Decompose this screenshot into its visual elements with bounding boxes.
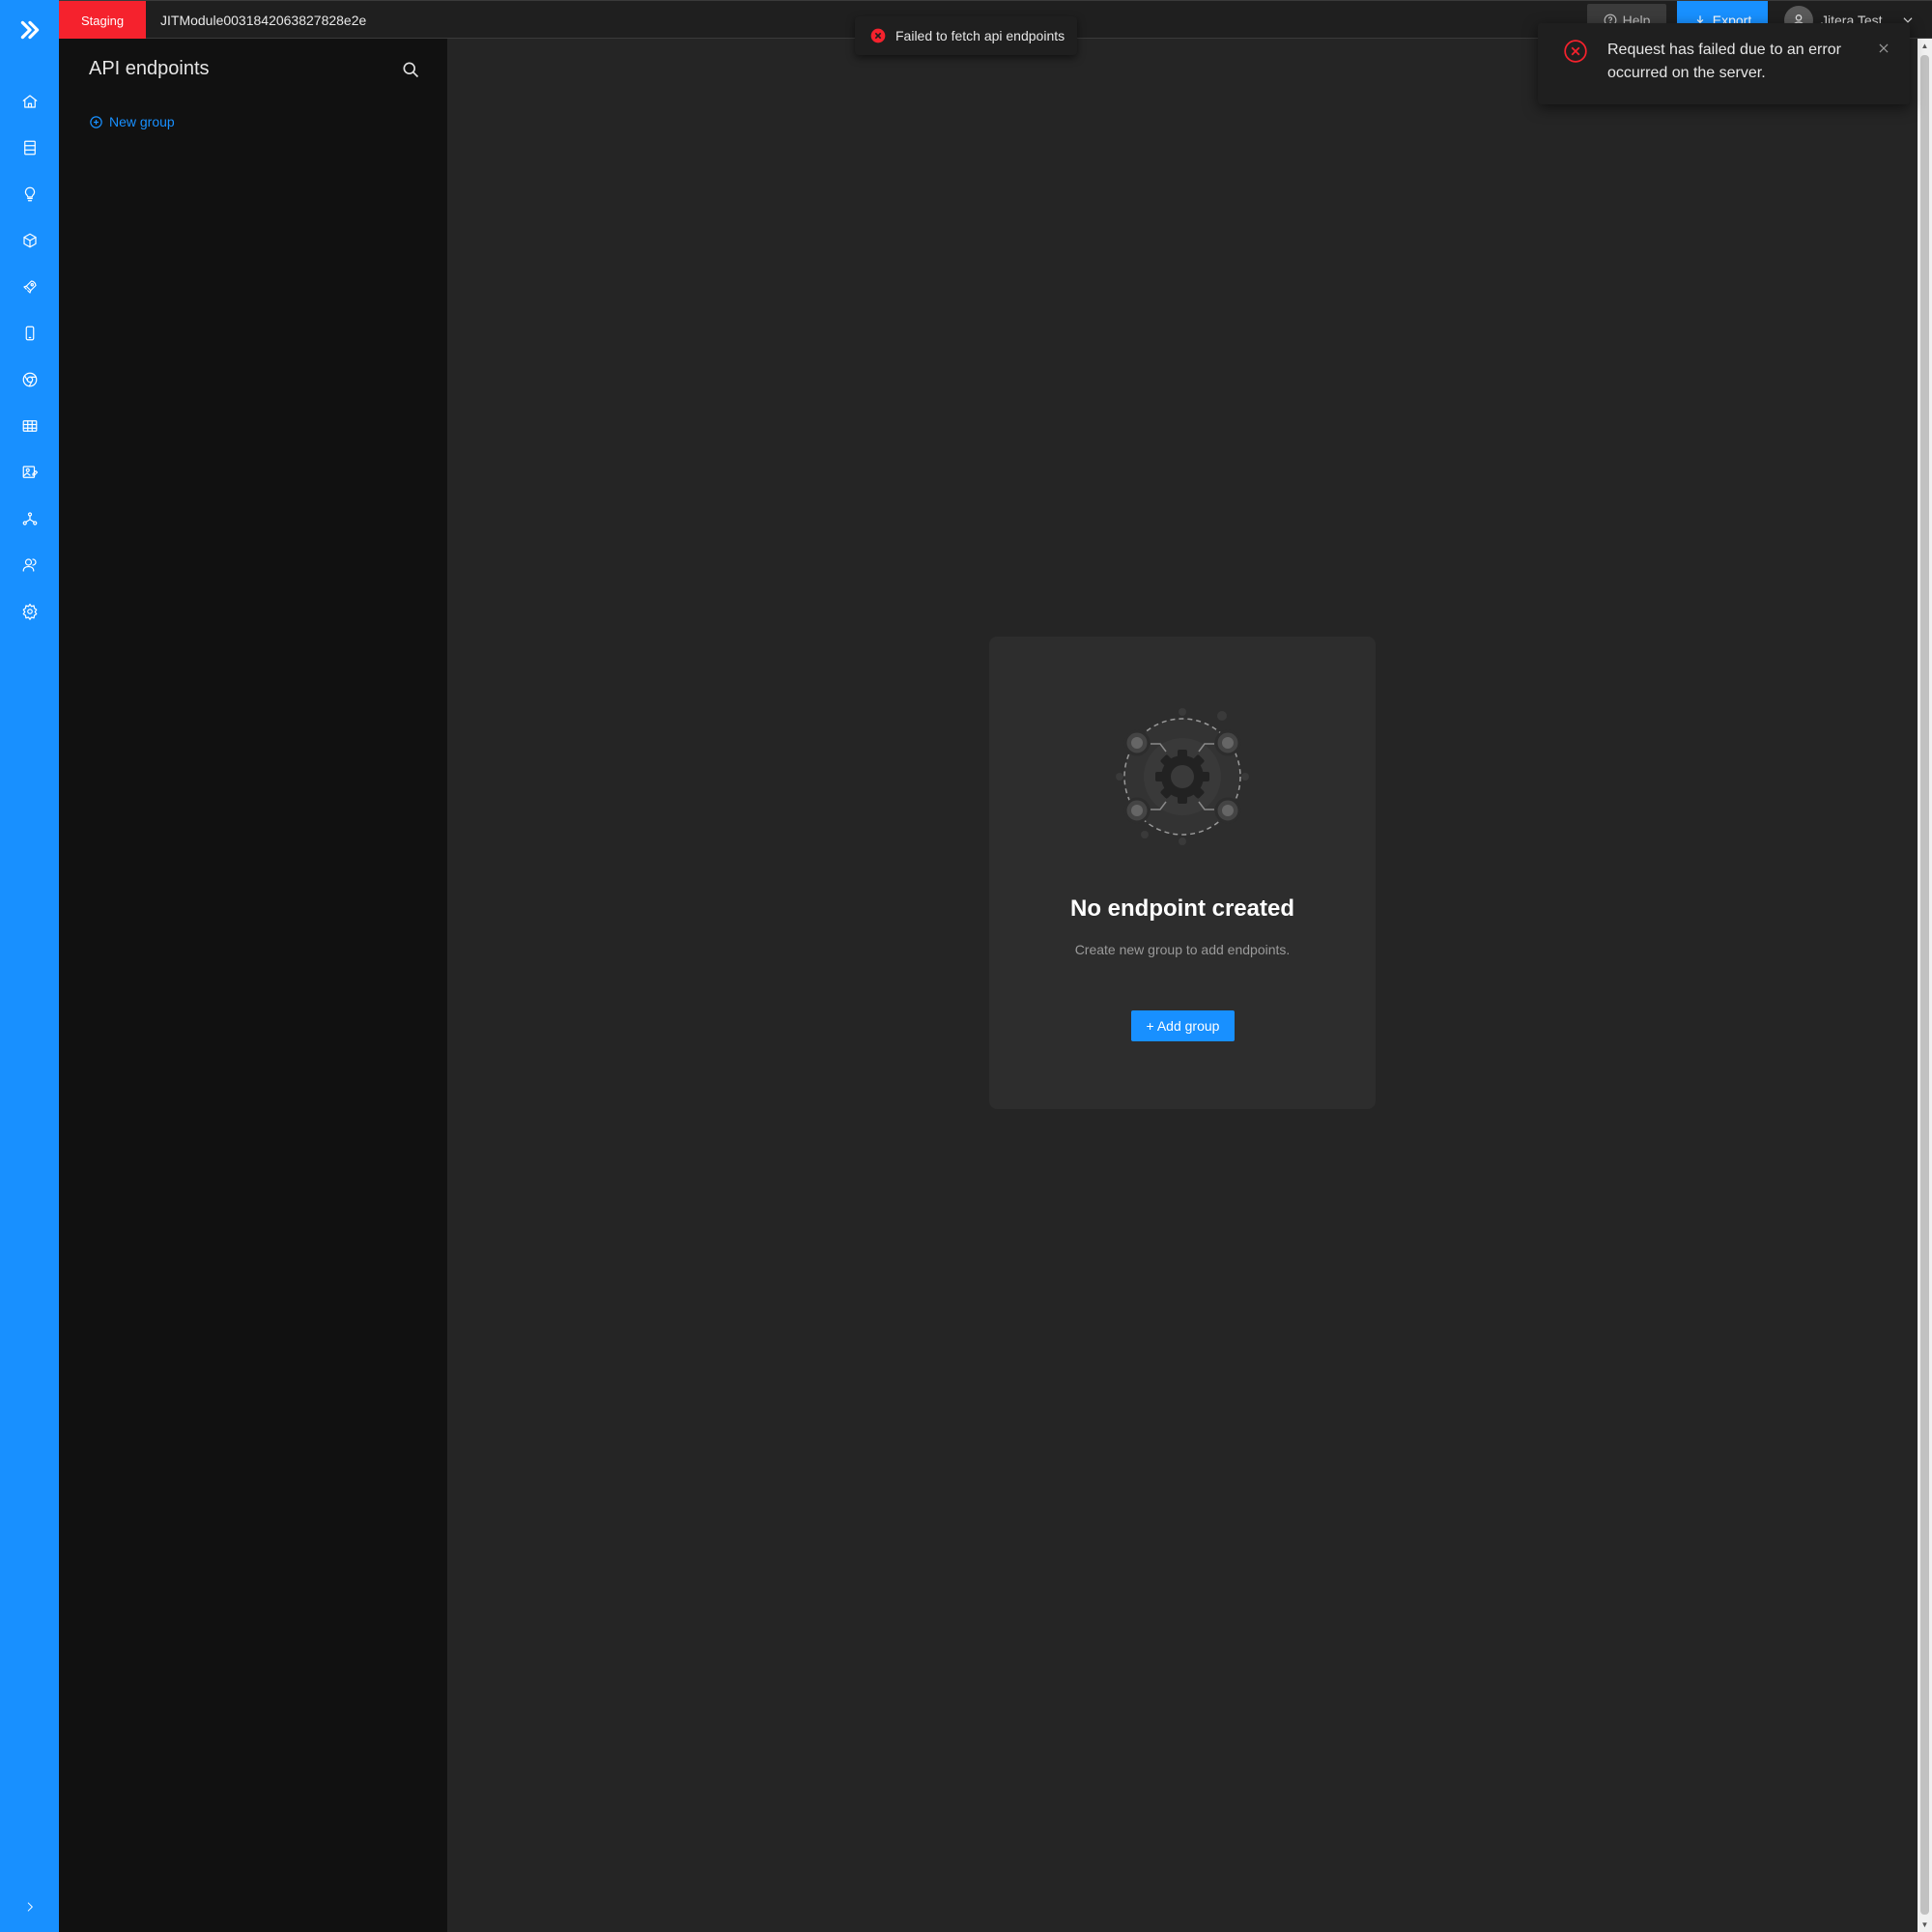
page-scrollbar[interactable]: ▲ ▼: [1918, 39, 1932, 1932]
nav-deploy[interactable]: [0, 268, 59, 306]
nav-packages[interactable]: [0, 221, 59, 260]
nav-tables[interactable]: [0, 407, 59, 445]
home-icon: [22, 95, 37, 108]
search-button[interactable]: [397, 56, 424, 83]
nav-home[interactable]: [0, 82, 59, 121]
mobile-icon: [25, 326, 34, 341]
notification-close-button[interactable]: [1874, 39, 1893, 58]
chevron-right-icon: [27, 1902, 33, 1912]
nav-assets[interactable]: [0, 453, 59, 492]
package-icon: [22, 233, 37, 248]
nav-database[interactable]: [0, 128, 59, 167]
error-message-toast: Failed to fetch api endpoints: [855, 16, 1077, 55]
nav-integrations[interactable]: [0, 499, 59, 538]
gear-icon: [22, 603, 37, 620]
empty-endpoints-illustration: [1116, 708, 1249, 845]
users-icon: [22, 558, 37, 572]
nav-web[interactable]: [0, 360, 59, 399]
search-icon: [403, 62, 419, 78]
new-group-label: New group: [109, 114, 175, 129]
main-content: No endpoint created Create new group to …: [447, 39, 1918, 1932]
chrome-icon: [22, 372, 37, 387]
error-message-text: Failed to fetch api endpoints: [895, 28, 1065, 43]
nav-mobile[interactable]: [0, 314, 59, 353]
api-endpoints-panel: API endpoints New group: [59, 39, 447, 1932]
nav-users[interactable]: [0, 546, 59, 584]
close-icon: [1879, 43, 1889, 53]
plus-circle-icon: [90, 115, 102, 128]
add-group-button[interactable]: + Add group: [1131, 1010, 1235, 1041]
empty-state-card: No endpoint created Create new group to …: [989, 637, 1376, 1109]
empty-state-subtitle: Create new group to add endpoints.: [1074, 942, 1291, 957]
network-icon: [22, 512, 37, 526]
new-group-button[interactable]: New group: [89, 114, 175, 129]
environment-badge[interactable]: Staging: [59, 1, 146, 40]
image-edit-icon: [22, 466, 38, 478]
scroll-down-arrow-icon[interactable]: ▼: [1918, 1918, 1932, 1932]
logo-icon[interactable]: [0, 10, 59, 50]
lightbulb-icon: [24, 186, 35, 202]
notification-message: Request has failed due to an error occur…: [1607, 42, 1841, 81]
empty-state-title: No endpoint created: [1069, 895, 1295, 922]
scrollbar-thumb[interactable]: [1920, 55, 1929, 1915]
nav-ideas[interactable]: [0, 175, 59, 213]
error-filled-icon: [870, 28, 886, 43]
database-icon: [23, 140, 36, 156]
nav-settings[interactable]: [0, 592, 59, 631]
expand-sidebar-button[interactable]: [0, 1889, 59, 1924]
table-icon: [22, 420, 37, 432]
project-name: JITModule0031842063827828e2e: [160, 13, 367, 28]
close-circle-icon: [1564, 40, 1587, 63]
error-notification: Request has failed due to an error occur…: [1538, 23, 1910, 104]
scroll-up-arrow-icon[interactable]: ▲: [1918, 39, 1932, 53]
icon-rail: [0, 0, 59, 1932]
panel-title: API endpoints: [89, 58, 210, 79]
rocket-icon: [22, 280, 37, 294]
